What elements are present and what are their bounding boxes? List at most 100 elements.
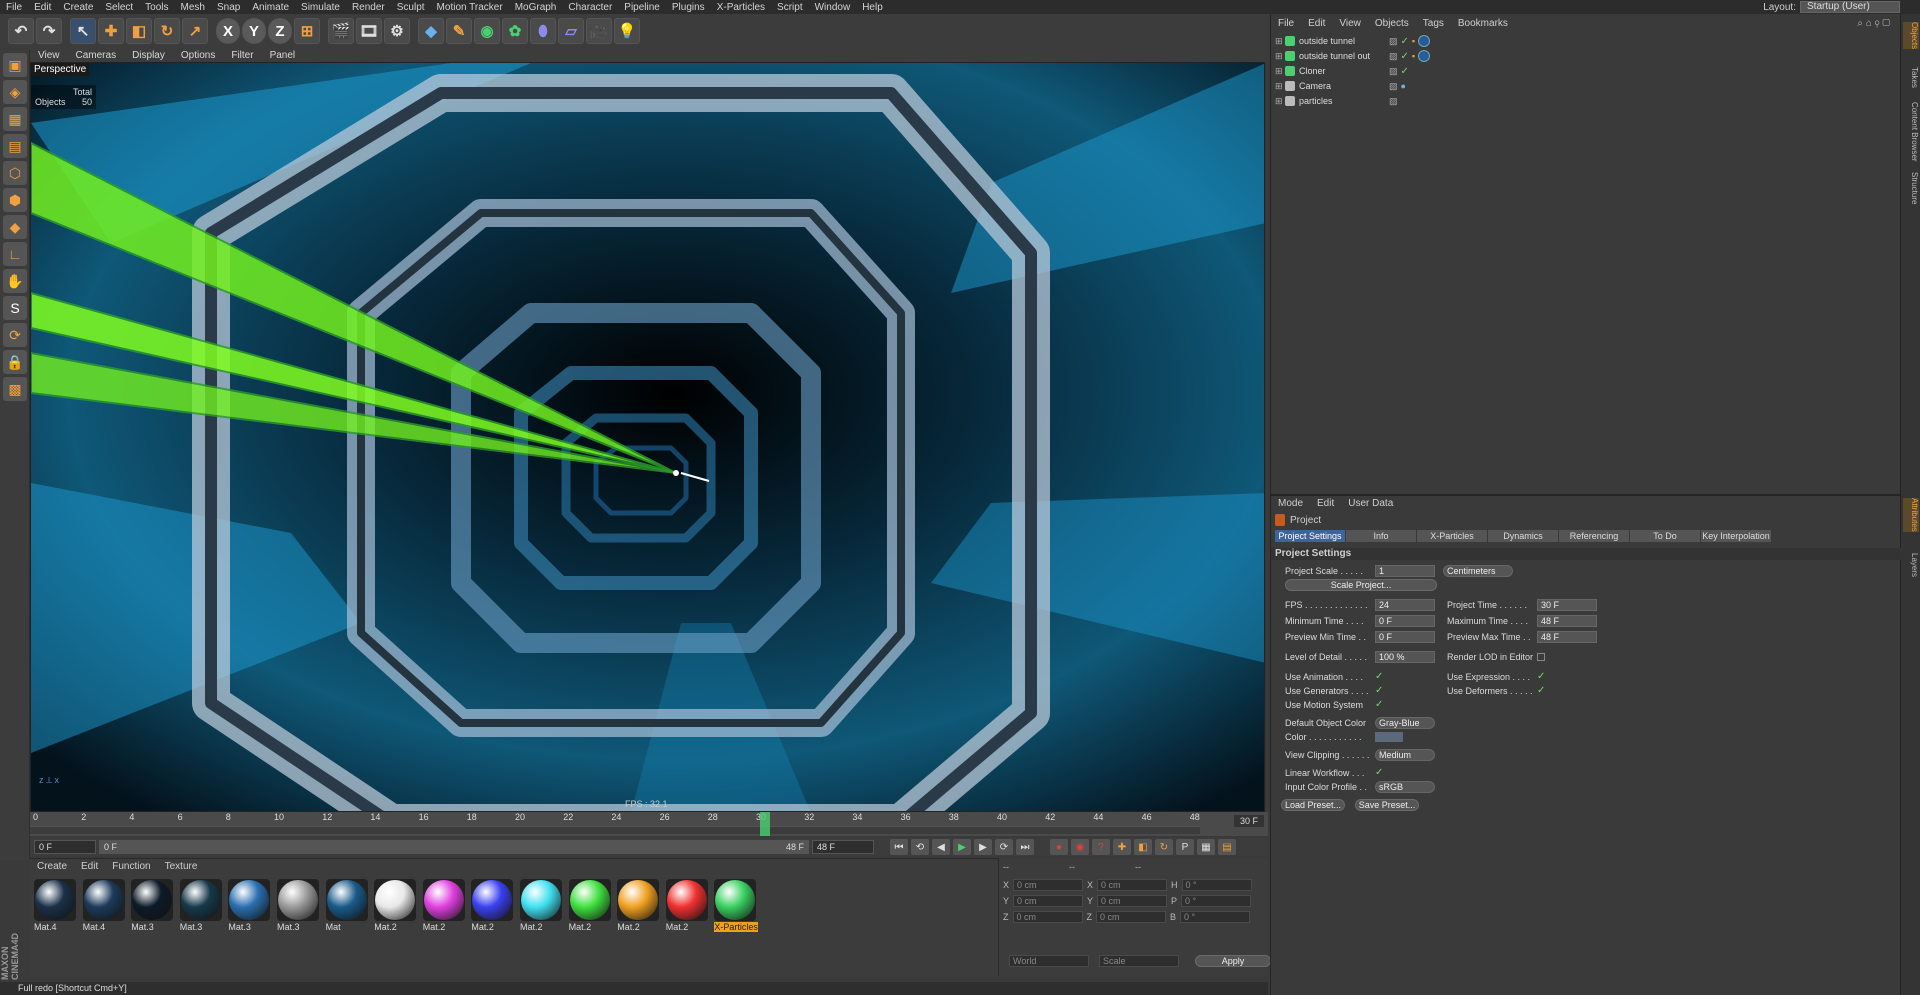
make-editable-icon[interactable]: ▣	[3, 53, 27, 77]
record-keys-icon[interactable]: ●	[1050, 839, 1068, 855]
menu-item-motion-tracker[interactable]: Motion Tracker	[431, 2, 509, 13]
material-item[interactable]: Mat.2	[617, 879, 661, 932]
next-frame-icon[interactable]: ▶	[974, 839, 992, 855]
object-menu-tags[interactable]: Tags	[1416, 18, 1451, 29]
attribute-menu-user-data[interactable]: User Data	[1341, 498, 1400, 509]
point-level-key-icon[interactable]: ▦	[1197, 839, 1215, 855]
coord-field[interactable]: 0 cm	[1097, 895, 1168, 907]
menu-item-edit[interactable]: Edit	[28, 2, 57, 13]
tab-x-particles[interactable]: X-Particles	[1417, 530, 1487, 542]
menu-item-mograph[interactable]: MoGraph	[509, 2, 563, 13]
tab-project-settings[interactable]: Project Settings	[1275, 530, 1345, 542]
apply-button[interactable]: Apply	[1195, 955, 1271, 967]
enabled-check-icon[interactable]: ✓	[1401, 36, 1409, 47]
menu-item-character[interactable]: Character	[562, 2, 618, 13]
expand-icon[interactable]: ⊞	[1275, 96, 1285, 107]
tag-icon[interactable]: ▪	[1412, 51, 1415, 61]
start-frame-field[interactable]: 0 F	[34, 840, 96, 854]
material-item[interactable]: Mat.2	[568, 879, 613, 932]
project-scale-unit-dropdown[interactable]: Centimeters	[1443, 564, 1513, 577]
menu-item-script[interactable]: Script	[771, 2, 809, 13]
viewport[interactable]: z ⟂ x Perspective Total Objects 50 FPS :…	[30, 62, 1265, 812]
preview-max-field[interactable]: 48 F	[1537, 630, 1597, 643]
visibility-icon[interactable]: ▨	[1389, 51, 1398, 62]
camera-icon[interactable]: 🎥	[586, 18, 612, 44]
preview-min-field[interactable]: 0 F	[1375, 630, 1435, 643]
camera-tag-icon[interactable]: ●	[1401, 81, 1406, 91]
render-settings-icon[interactable]: ⚙	[384, 18, 410, 44]
y-axis-icon[interactable]: Y	[242, 18, 266, 44]
object-menu-bookmarks[interactable]: Bookmarks	[1451, 18, 1515, 29]
render-lod-checkbox[interactable]	[1537, 652, 1545, 661]
coord-field[interactable]: 0 cm	[1096, 911, 1166, 923]
attribute-menu-edit[interactable]: Edit	[1310, 498, 1341, 509]
layout-selector[interactable]: Layout: Startup (User)	[1763, 0, 1900, 14]
tab-dynamics[interactable]: Dynamics	[1488, 530, 1558, 542]
auto-key-icon[interactable]: ◉	[1071, 839, 1089, 855]
material-item[interactable]: Mat.2	[422, 879, 467, 932]
prev-key-icon[interactable]: ⟲	[911, 839, 929, 855]
object-row[interactable]: ⊞ Cloner ▨ ✓	[1275, 64, 1895, 78]
max-time-field[interactable]: 48 F	[1537, 614, 1597, 627]
menu-item-sculpt[interactable]: Sculpt	[391, 2, 431, 13]
use-deformers-checkbox[interactable]: ✓	[1537, 685, 1545, 696]
expand-icon[interactable]: ⊞	[1275, 51, 1285, 62]
coord-field[interactable]: 0 cm	[1012, 911, 1083, 923]
material-menu-edit[interactable]: Edit	[74, 861, 105, 872]
next-key-icon[interactable]: ⟳	[995, 839, 1013, 855]
project-time-field[interactable]: 30 F	[1537, 598, 1597, 611]
recent-tool-icon[interactable]: ↗	[182, 18, 208, 44]
coord-field[interactable]: 0 °	[1180, 911, 1251, 923]
material-item[interactable]: Mat.4	[34, 879, 78, 932]
viewport-menu-filter[interactable]: Filter	[223, 50, 261, 61]
tab-key-interpolation[interactable]: Key Interpolation	[1701, 530, 1771, 542]
linear-workflow-checkbox[interactable]: ✓	[1375, 767, 1383, 778]
material-item[interactable]: Mat.3	[277, 879, 321, 932]
material-item[interactable]: Mat.2	[665, 879, 710, 932]
scale-tool-icon[interactable]: ◧	[126, 18, 152, 44]
material-item[interactable]: Mat.4	[82, 879, 127, 932]
go-to-start-icon[interactable]: ⏮	[890, 839, 908, 855]
color-swatch[interactable]	[1375, 731, 1403, 742]
viewport-menu-panel[interactable]: Panel	[262, 50, 304, 61]
material-item[interactable]: X-Particles	[714, 879, 759, 932]
visibility-icon[interactable]: ▨	[1389, 81, 1398, 92]
go-to-end-icon[interactable]: ⏭	[1016, 839, 1034, 855]
menu-item-plugins[interactable]: Plugins	[666, 2, 711, 13]
visibility-icon[interactable]: ▨	[1389, 66, 1398, 77]
menu-item-snap[interactable]: Snap	[211, 2, 246, 13]
pen-spline-icon[interactable]: ✎	[446, 18, 472, 44]
object-row[interactable]: ⊞ outside tunnel ▨ ✓ ▪	[1275, 34, 1895, 48]
timeline-track[interactable]	[30, 826, 1200, 834]
deformer-icon[interactable]: ⬮	[530, 18, 556, 44]
menu-item-mesh[interactable]: Mesh	[175, 2, 211, 13]
menu-item-tools[interactable]: Tools	[139, 2, 174, 13]
object-name[interactable]: Cloner	[1299, 66, 1389, 76]
tag-icon[interactable]: ▪	[1412, 36, 1415, 46]
material-item[interactable]: Mat.2	[374, 879, 418, 932]
object-menu-edit[interactable]: Edit	[1301, 18, 1332, 29]
points-mode-icon[interactable]: ⬡	[3, 161, 27, 185]
use-motion-checkbox[interactable]: ✓	[1375, 699, 1383, 710]
range-slider[interactable]: 0 F 48 F	[99, 840, 809, 854]
move-tool-icon[interactable]: ✚	[98, 18, 124, 44]
enabled-check-icon[interactable]: ✓	[1401, 66, 1409, 77]
menu-item-render[interactable]: Render	[346, 2, 391, 13]
timeline[interactable]: 0246810121416182022242628303234363840424…	[30, 812, 1268, 836]
expand-icon[interactable]: ⊞	[1275, 81, 1285, 92]
end-frame-field[interactable]: 48 F	[812, 840, 874, 854]
object-name[interactable]: Camera	[1299, 81, 1389, 91]
material-menu-texture[interactable]: Texture	[158, 861, 205, 872]
use-expression-checkbox[interactable]: ✓	[1537, 671, 1545, 682]
right-tab-takes[interactable]: Takes	[1903, 67, 1919, 88]
polygons-mode-icon[interactable]: ◆	[3, 215, 27, 239]
position-key-icon[interactable]: ✚	[1113, 839, 1131, 855]
lock-workplane-icon[interactable]: 🔒	[3, 350, 27, 374]
menu-item-animate[interactable]: Animate	[246, 2, 295, 13]
object-row[interactable]: ⊞ particles ▨	[1275, 94, 1895, 108]
tab-info[interactable]: Info	[1346, 530, 1416, 542]
object-name[interactable]: particles	[1299, 96, 1389, 106]
right-tab-objects[interactable]: Objects	[1903, 22, 1919, 50]
object-name[interactable]: outside tunnel out	[1299, 51, 1389, 61]
object-row[interactable]: ⊞ Camera ▨ ●	[1275, 79, 1895, 93]
